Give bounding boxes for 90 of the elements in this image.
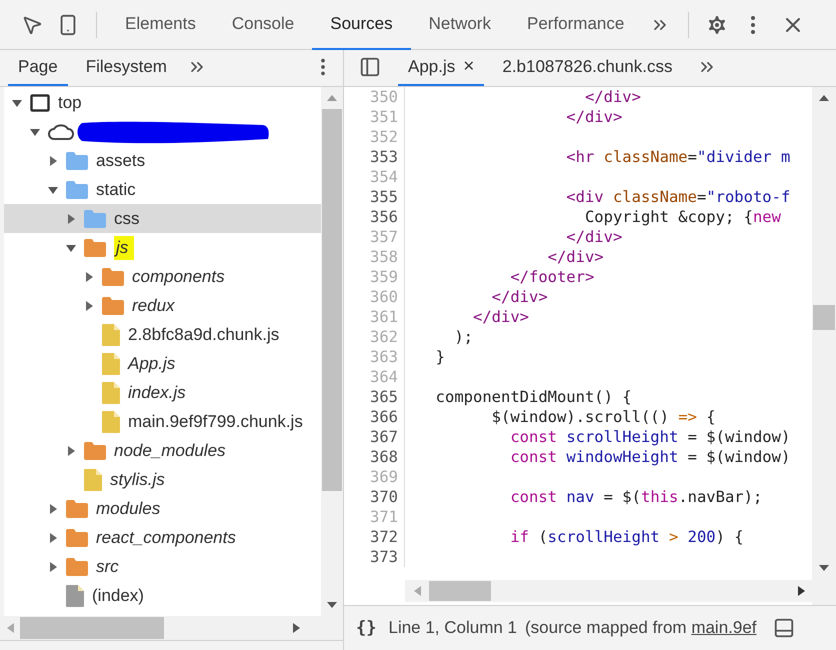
line-number: 368	[344, 447, 405, 467]
line-number: 362	[344, 327, 405, 347]
code-line: </div>	[546, 248, 604, 266]
collapsed-arrow-icon[interactable]	[66, 446, 76, 456]
pretty-print-button[interactable]: {}	[356, 618, 376, 638]
code-line: if (scrollHeight > 200) {	[509, 528, 744, 546]
line-number: 351	[344, 107, 405, 127]
tree-item[interactable]: top	[58, 92, 82, 112]
line-number: 366	[344, 407, 405, 427]
line-number: 372	[344, 527, 405, 547]
panel-tab[interactable]: Network	[410, 0, 509, 50]
line-number: 373	[344, 547, 405, 567]
panel-tab[interactable]: Elements	[107, 0, 214, 50]
line-number: 367	[344, 427, 405, 447]
line-number: 371	[344, 507, 405, 527]
line-number: 350	[344, 87, 405, 107]
tree-item[interactable]: (index)	[92, 586, 144, 606]
navigator-tab[interactable]: Filesystem	[76, 50, 177, 86]
expanded-arrow-icon[interactable]	[30, 126, 40, 136]
code-line: </div>	[565, 108, 622, 126]
tree-item[interactable]: index.js	[128, 382, 186, 402]
tree-item[interactable]: stylis.js	[110, 470, 165, 490]
tree-item[interactable]: redux	[132, 296, 175, 316]
code-line: </div>	[490, 288, 548, 306]
selected-tree-row[interactable]: css	[4, 204, 321, 233]
line-number: 365	[344, 387, 405, 407]
collapsed-arrow-icon[interactable]	[84, 272, 94, 282]
collapsed-arrow-icon[interactable]	[66, 214, 76, 224]
line-number: 361	[344, 307, 405, 327]
line-number: 369	[344, 467, 405, 487]
tree-item[interactable]: App.js	[128, 354, 176, 374]
line-number: 359	[344, 267, 405, 287]
scrollbar-thumb[interactable]	[429, 581, 491, 601]
expanded-arrow-icon[interactable]	[48, 184, 58, 194]
line-number: 358	[344, 247, 405, 267]
panel-tab[interactable]: Console	[214, 0, 312, 50]
tree-item[interactable]: components	[132, 266, 225, 286]
line-number: 363	[344, 347, 405, 367]
scrollbar-thumb[interactable]	[20, 617, 164, 639]
collapsed-arrow-icon[interactable]	[48, 156, 58, 166]
close-tab-button[interactable]: ×	[463, 56, 474, 78]
scrollbar-thumb[interactable]	[322, 109, 342, 491]
expanded-arrow-icon[interactable]	[66, 242, 76, 252]
line-number: 370	[344, 487, 405, 507]
source-map-info: (source mapped from main.9ef	[525, 618, 757, 638]
tree-item[interactable]: modules	[96, 498, 160, 518]
line-number: 360	[344, 287, 405, 307]
code-line: </div>	[584, 88, 641, 106]
cloud-icon	[48, 122, 76, 140]
scrollbar-thumb[interactable]	[813, 305, 835, 330]
code-line: </footer>	[509, 268, 594, 286]
code-line: const nav = $(this.navBar);	[509, 488, 762, 506]
code-line: Copyright &copy; {new	[584, 208, 781, 226]
tree-item[interactable]: react_components	[96, 528, 236, 548]
collapsed-arrow-icon[interactable]	[48, 562, 58, 572]
tree-item[interactable]: node_modules	[114, 440, 226, 460]
collapsed-arrow-icon[interactable]	[48, 504, 58, 514]
code-line: </div>	[565, 228, 622, 246]
cursor-position: Line 1, Column 1	[388, 618, 518, 638]
code-line: </div>	[472, 308, 529, 326]
code-line: <div className="roboto-f	[565, 188, 790, 206]
code-line: }	[434, 348, 445, 366]
line-number: 353	[344, 147, 405, 167]
line-number: 354	[344, 167, 405, 187]
source-link[interactable]: main.9ef	[691, 618, 757, 637]
code-line: );	[453, 328, 473, 346]
code-line: <hr className="divider m	[565, 148, 790, 166]
tree-item[interactable]: css	[114, 208, 140, 228]
collapsed-arrow-icon[interactable]	[84, 300, 94, 310]
collapsed-arrow-icon[interactable]	[48, 532, 58, 542]
line-number: 357	[344, 227, 405, 247]
file-tab[interactable]: App.js ×	[398, 50, 484, 86]
tree-item[interactable]: 2.8bfc8a9d.chunk.js	[128, 324, 280, 344]
expanded-arrow-icon[interactable]	[12, 98, 22, 108]
tree-item[interactable]: static	[96, 180, 136, 200]
tree-item[interactable]: src	[96, 556, 119, 576]
code-line: const windowHeight = $(window)	[509, 448, 790, 466]
code-line: componentDidMount() {	[434, 388, 632, 406]
code-line: $(window).scroll(() => {	[490, 408, 716, 426]
line-number: 355	[344, 187, 405, 207]
tree-item[interactable]: js	[114, 236, 134, 260]
line-number: 352	[344, 127, 405, 147]
frame-icon	[30, 94, 50, 112]
file-tab[interactable]: 2.b1087826.chunk.css	[492, 50, 682, 86]
panel-tab[interactable]: Performance	[508, 0, 642, 50]
tree-item[interactable]: assets	[96, 150, 146, 170]
tree-item[interactable]: main.9ef9f799.chunk.js	[128, 412, 303, 432]
line-number: 364	[344, 367, 405, 387]
code-line: const scrollHeight = $(window)	[509, 428, 790, 446]
line-number: 356	[344, 207, 405, 227]
